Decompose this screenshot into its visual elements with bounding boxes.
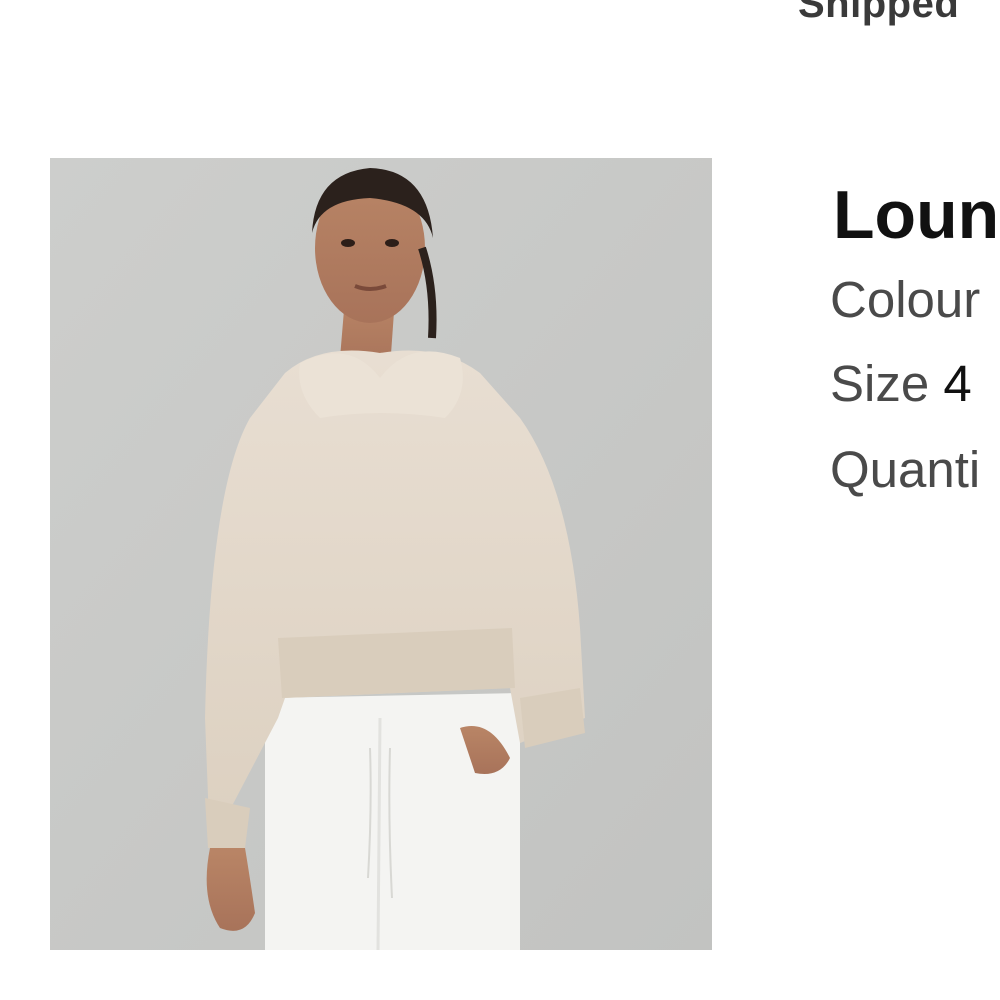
- colour-label: Colour: [830, 271, 981, 328]
- quantity-label: Quanti: [830, 441, 981, 498]
- size-value: 4: [943, 355, 972, 412]
- product-name[interactable]: Loung: [833, 176, 1000, 254]
- size-row: Size 4: [830, 354, 972, 413]
- product-image[interactable]: [50, 158, 712, 950]
- product-details: Loung Colour Size 4 Quanti: [830, 0, 1000, 1000]
- quantity-row: Quanti: [830, 440, 980, 499]
- product-photo-illustration: [50, 158, 712, 950]
- order-item-page: Shipped Loun Colour Size 4 Quanti: [0, 0, 1000, 1000]
- colour-row: Colour: [830, 270, 980, 329]
- size-label: Size: [830, 355, 930, 412]
